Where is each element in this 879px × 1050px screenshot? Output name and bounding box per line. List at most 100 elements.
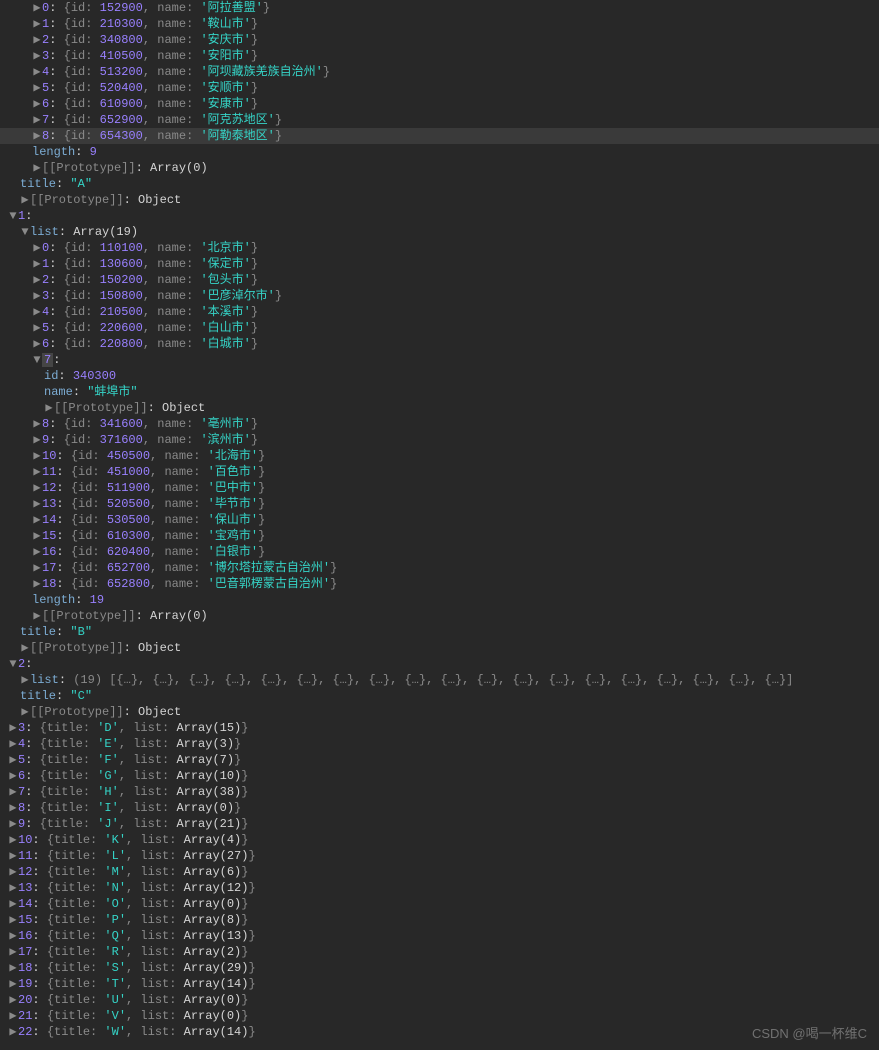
collapse-arrow[interactable]: ▶ <box>32 32 42 48</box>
array-item[interactable]: ▶3: {id: 150800, name: '巴彦淖尔市'} <box>0 288 879 304</box>
group-header[interactable]: ▼1: <box>0 208 879 224</box>
array-item[interactable]: ▶4: {id: 513200, name: '阿坝藏族羌族自治州'} <box>0 64 879 80</box>
collapse-arrow[interactable]: ▶ <box>32 272 42 288</box>
collapse-arrow[interactable]: ▶ <box>32 304 42 320</box>
collapse-arrow[interactable]: ▶ <box>32 464 42 480</box>
list-row[interactable]: ▶list: (19) [{…}, {…}, {…}, {…}, {…}, {…… <box>0 672 879 688</box>
group-collapsed[interactable]: ▶18: {title: 'S', list: Array(29)} <box>0 960 879 976</box>
collapse-arrow[interactable]: ▶ <box>32 480 42 496</box>
group-collapsed[interactable]: ▶15: {title: 'P', list: Array(8)} <box>0 912 879 928</box>
group-collapsed[interactable]: ▶4: {title: 'E', list: Array(3)} <box>0 736 879 752</box>
array-item[interactable]: ▶14: {id: 530500, name: '保山市'} <box>0 512 879 528</box>
collapse-arrow[interactable]: ▶ <box>8 880 18 896</box>
group-collapsed[interactable]: ▶5: {title: 'F', list: Array(7)} <box>0 752 879 768</box>
collapse-arrow[interactable]: ▶ <box>32 48 42 64</box>
array-item[interactable]: ▶2: {id: 150200, name: '包头市'} <box>0 272 879 288</box>
prototype-row[interactable]: ▶[[Prototype]]: Array(0) <box>0 160 879 176</box>
collapse-arrow[interactable]: ▶ <box>8 784 18 800</box>
array-item[interactable]: ▶1: {id: 210300, name: '鞍山市'} <box>0 16 879 32</box>
list-row[interactable]: ▼list: Array(19) <box>0 224 879 240</box>
group-collapsed[interactable]: ▶11: {title: 'L', list: Array(27)} <box>0 848 879 864</box>
collapse-arrow[interactable]: ▶ <box>32 256 42 272</box>
group-collapsed[interactable]: ▶14: {title: 'O', list: Array(0)} <box>0 896 879 912</box>
collapse-arrow[interactable]: ▶ <box>8 976 18 992</box>
group-collapsed[interactable]: ▶6: {title: 'G', list: Array(10)} <box>0 768 879 784</box>
array-item[interactable]: ▶17: {id: 652700, name: '博尔塔拉蒙古自治州'} <box>0 560 879 576</box>
collapse-arrow[interactable]: ▶ <box>32 416 42 432</box>
collapse-arrow[interactable]: ▶ <box>20 672 30 688</box>
collapse-arrow[interactable]: ▶ <box>32 608 42 624</box>
collapse-arrow[interactable]: ▶ <box>8 896 18 912</box>
group-header[interactable]: ▼2: <box>0 656 879 672</box>
collapse-arrow[interactable]: ▶ <box>8 1008 18 1024</box>
collapse-arrow[interactable]: ▶ <box>8 912 18 928</box>
array-item[interactable]: ▶5: {id: 220600, name: '白山市'} <box>0 320 879 336</box>
array-item[interactable]: ▶6: {id: 220800, name: '白城市'} <box>0 336 879 352</box>
console-tree[interactable]: ▶0: {id: 152900, name: '阿拉善盟'}▶1: {id: 2… <box>0 0 879 1040</box>
collapse-arrow[interactable]: ▶ <box>44 400 54 416</box>
collapse-arrow[interactable]: ▶ <box>32 496 42 512</box>
collapse-arrow[interactable]: ▶ <box>32 336 42 352</box>
collapse-arrow[interactable]: ▶ <box>8 864 18 880</box>
group-collapsed[interactable]: ▶19: {title: 'T', list: Array(14)} <box>0 976 879 992</box>
collapse-arrow[interactable]: ▶ <box>8 944 18 960</box>
array-item[interactable]: ▶0: {id: 152900, name: '阿拉善盟'} <box>0 0 879 16</box>
collapse-arrow[interactable]: ▶ <box>8 800 18 816</box>
collapse-arrow[interactable]: ▶ <box>8 768 18 784</box>
array-item[interactable]: ▶15: {id: 610300, name: '宝鸡市'} <box>0 528 879 544</box>
collapse-arrow[interactable]: ▶ <box>32 16 42 32</box>
collapse-arrow[interactable]: ▶ <box>32 64 42 80</box>
collapse-arrow[interactable]: ▶ <box>20 192 30 208</box>
array-item[interactable]: ▶12: {id: 511900, name: '巴中市'} <box>0 480 879 496</box>
collapse-arrow[interactable]: ▶ <box>32 448 42 464</box>
array-item[interactable]: ▶3: {id: 410500, name: '安阳市'} <box>0 48 879 64</box>
array-item[interactable]: ▶8: {id: 341600, name: '亳州市'} <box>0 416 879 432</box>
group-collapsed[interactable]: ▶22: {title: 'W', list: Array(14)} <box>0 1024 879 1040</box>
group-collapsed[interactable]: ▶3: {title: 'D', list: Array(15)} <box>0 720 879 736</box>
expand-arrow[interactable]: ▼ <box>8 208 18 224</box>
collapse-arrow[interactable]: ▶ <box>32 80 42 96</box>
array-item[interactable]: ▶1: {id: 130600, name: '保定市'} <box>0 256 879 272</box>
collapse-arrow[interactable]: ▶ <box>32 576 42 592</box>
collapse-arrow[interactable]: ▶ <box>32 512 42 528</box>
prototype-row[interactable]: ▶[[Prototype]]: Object <box>0 192 879 208</box>
collapse-arrow[interactable]: ▶ <box>8 736 18 752</box>
group-collapsed[interactable]: ▶7: {title: 'H', list: Array(38)} <box>0 784 879 800</box>
array-item[interactable]: ▶8: {id: 654300, name: '阿勒泰地区'} <box>0 128 879 144</box>
array-item[interactable]: ▶11: {id: 451000, name: '百色市'} <box>0 464 879 480</box>
expand-arrow[interactable]: ▼ <box>20 224 30 240</box>
group-collapsed[interactable]: ▶12: {title: 'M', list: Array(6)} <box>0 864 879 880</box>
collapse-arrow[interactable]: ▶ <box>8 816 18 832</box>
collapse-arrow[interactable]: ▶ <box>32 320 42 336</box>
group-collapsed[interactable]: ▶13: {title: 'N', list: Array(12)} <box>0 880 879 896</box>
collapse-arrow[interactable]: ▶ <box>32 96 42 112</box>
array-item[interactable]: ▶13: {id: 520500, name: '毕节市'} <box>0 496 879 512</box>
collapse-arrow[interactable]: ▶ <box>32 0 42 16</box>
prototype-row[interactable]: ▶[[Prototype]]: Object <box>0 640 879 656</box>
collapse-arrow[interactable]: ▶ <box>8 928 18 944</box>
prototype-row[interactable]: ▶[[Prototype]]: Object <box>0 704 879 720</box>
group-collapsed[interactable]: ▶21: {title: 'V', list: Array(0)} <box>0 1008 879 1024</box>
collapse-arrow[interactable]: ▶ <box>8 1024 18 1040</box>
group-collapsed[interactable]: ▶9: {title: 'J', list: Array(21)} <box>0 816 879 832</box>
array-item-expanded[interactable]: ▼7: <box>0 352 879 368</box>
array-item[interactable]: ▶4: {id: 210500, name: '本溪市'} <box>0 304 879 320</box>
collapse-arrow[interactable]: ▶ <box>32 544 42 560</box>
expand-arrow[interactable]: ▼ <box>32 352 42 368</box>
group-collapsed[interactable]: ▶10: {title: 'K', list: Array(4)} <box>0 832 879 848</box>
collapse-arrow[interactable]: ▶ <box>20 704 30 720</box>
collapse-arrow[interactable]: ▶ <box>32 240 42 256</box>
expand-arrow[interactable]: ▼ <box>8 656 18 672</box>
collapse-arrow[interactable]: ▶ <box>32 288 42 304</box>
collapse-arrow[interactable]: ▶ <box>32 112 42 128</box>
array-item[interactable]: ▶2: {id: 340800, name: '安庆市'} <box>0 32 879 48</box>
array-item[interactable]: ▶7: {id: 652900, name: '阿克苏地区'} <box>0 112 879 128</box>
array-item[interactable]: ▶10: {id: 450500, name: '北海市'} <box>0 448 879 464</box>
collapse-arrow[interactable]: ▶ <box>8 960 18 976</box>
array-item[interactable]: ▶18: {id: 652800, name: '巴音郭楞蒙古自治州'} <box>0 576 879 592</box>
collapse-arrow[interactable]: ▶ <box>32 528 42 544</box>
array-item[interactable]: ▶16: {id: 620400, name: '白银市'} <box>0 544 879 560</box>
array-item[interactable]: ▶0: {id: 110100, name: '北京市'} <box>0 240 879 256</box>
prototype-row[interactable]: ▶[[Prototype]]: Array(0) <box>0 608 879 624</box>
prototype-row[interactable]: ▶[[Prototype]]: Object <box>0 400 879 416</box>
